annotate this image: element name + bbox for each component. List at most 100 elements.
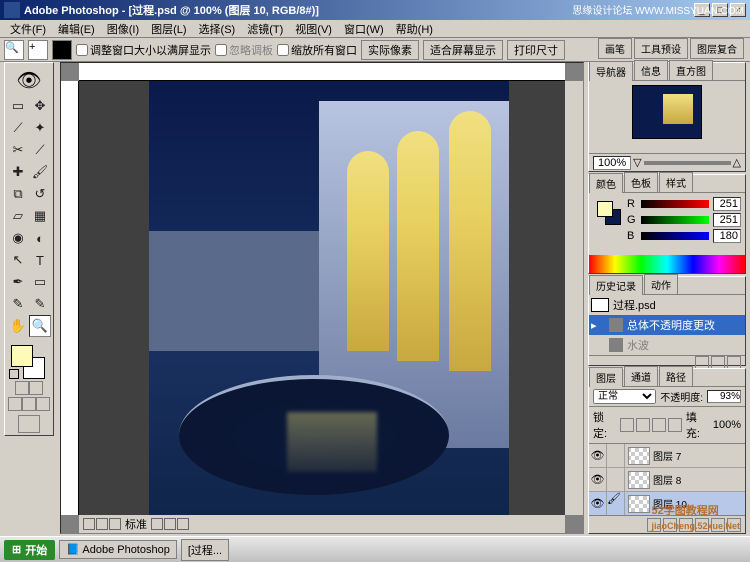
screen-full-menu-icon[interactable]	[22, 397, 36, 411]
foreground-color[interactable]	[11, 345, 33, 367]
path-tool[interactable]: ↖	[7, 249, 29, 271]
menu-window[interactable]: 窗口(W)	[338, 21, 390, 37]
tab-styles[interactable]: 样式	[659, 172, 693, 192]
history-step[interactable]: ▸总体不透明度更改	[589, 315, 745, 335]
zoom-in-icon[interactable]: +	[28, 40, 48, 60]
fill-value[interactable]: 100%	[713, 419, 741, 431]
pen-tool[interactable]: ✒	[7, 271, 29, 293]
r-value[interactable]: 251	[713, 197, 741, 211]
visibility-icon[interactable]: 👁	[589, 444, 607, 467]
visibility-icon[interactable]: 👁	[589, 492, 607, 515]
well-layer-comps[interactable]: 图层复合	[690, 38, 744, 59]
zoom-out-icon[interactable]: -	[52, 40, 72, 60]
heal-tool[interactable]: ✚	[7, 161, 29, 183]
btn-print-size[interactable]: 打印尺寸	[507, 40, 565, 60]
status-icon[interactable]	[109, 518, 121, 530]
scrollbar-vertical[interactable]	[565, 81, 583, 515]
marquee-tool[interactable]: ▭	[7, 95, 29, 117]
color-picker[interactable]	[7, 341, 51, 379]
menu-filter[interactable]: 滤镜(T)	[241, 21, 289, 37]
btn-actual-pixels[interactable]: 实际像素	[361, 40, 419, 60]
tab-paths[interactable]: 路径	[659, 366, 693, 386]
well-tool-presets[interactable]: 工具预设	[634, 38, 688, 59]
lock-position-icon[interactable]	[652, 418, 666, 432]
opt-ignore-palettes[interactable]: 忽略调板	[215, 42, 273, 58]
b-slider[interactable]	[641, 232, 709, 240]
tab-channels[interactable]: 通道	[624, 366, 658, 386]
crop-tool[interactable]: ✂	[7, 139, 29, 161]
history-snapshot[interactable]: 过程.psd	[589, 295, 745, 315]
menu-image[interactable]: 图像(I)	[101, 21, 145, 37]
status-icon[interactable]	[151, 518, 163, 530]
color-panel-fg[interactable]	[597, 201, 613, 217]
default-colors-icon[interactable]	[9, 369, 19, 379]
screen-standard-icon[interactable]	[8, 397, 22, 411]
history-brush-tool[interactable]: ↺	[29, 183, 51, 205]
r-slider[interactable]	[641, 200, 709, 208]
zoom-out-icon[interactable]: ▽	[633, 156, 641, 169]
g-value[interactable]: 251	[713, 213, 741, 227]
opt-resize-fit[interactable]: 调整窗口大小以满屏显示	[76, 42, 211, 58]
lock-transparency-icon[interactable]	[620, 418, 634, 432]
well-brushes[interactable]: 画笔	[598, 38, 632, 59]
eyedropper-tool[interactable]: ✎	[29, 293, 51, 315]
layer-row[interactable]: 👁图层 8	[589, 468, 745, 492]
zoom-tool-icon[interactable]: 🔍	[4, 40, 24, 60]
dodge-tool[interactable]: ◐	[29, 227, 51, 249]
screen-full-icon[interactable]	[36, 397, 50, 411]
wand-tool[interactable]: ✦	[29, 117, 51, 139]
hand-tool[interactable]: ✋	[7, 315, 29, 337]
tab-histogram[interactable]: 直方图	[669, 60, 713, 80]
ruler-vertical[interactable]	[61, 81, 79, 515]
slice-tool[interactable]: ⟋	[29, 139, 51, 161]
brush-tool[interactable]: 🖌	[29, 161, 51, 183]
jump-to-imageready-icon[interactable]	[18, 415, 40, 433]
visibility-icon[interactable]: 👁	[589, 468, 607, 491]
tab-swatches[interactable]: 色板	[624, 172, 658, 192]
status-icon[interactable]	[177, 518, 189, 530]
taskbar-item[interactable]: [过程...	[181, 539, 229, 561]
lock-all-icon[interactable]	[668, 418, 682, 432]
history-step[interactable]: 水波	[589, 335, 745, 355]
btn-fit-screen[interactable]: 适合屏幕显示	[423, 40, 503, 60]
color-spectrum[interactable]	[589, 255, 745, 273]
move-tool[interactable]: ✥	[29, 95, 51, 117]
start-button[interactable]: ⊞开始	[4, 540, 55, 560]
stamp-tool[interactable]: ⧉	[7, 183, 29, 205]
menu-file[interactable]: 文件(F)	[4, 21, 52, 37]
tab-navigator[interactable]: 导航器	[589, 61, 633, 81]
menu-select[interactable]: 选择(S)	[193, 21, 242, 37]
menu-view[interactable]: 视图(V)	[289, 21, 338, 37]
eraser-tool[interactable]: ▱	[7, 205, 29, 227]
navigator-zoom-value[interactable]: 100%	[593, 156, 631, 170]
blur-tool[interactable]: ◉	[7, 227, 29, 249]
tab-color[interactable]: 颜色	[589, 173, 623, 193]
quickmask-mode-icon[interactable]	[29, 381, 43, 395]
blend-mode-select[interactable]: 正常	[593, 389, 656, 404]
zoom-in-icon[interactable]: △	[733, 156, 741, 169]
navigator-thumbnail[interactable]	[632, 85, 702, 139]
type-tool[interactable]: T	[29, 249, 51, 271]
layer-row[interactable]: 👁图层 7	[589, 444, 745, 468]
lasso-tool[interactable]: ⟋	[7, 117, 29, 139]
ruler-horizontal[interactable]	[79, 63, 565, 81]
opacity-value[interactable]: 93%	[707, 390, 741, 403]
tab-history[interactable]: 历史记录	[589, 275, 643, 295]
g-slider[interactable]	[641, 216, 709, 224]
canvas[interactable]	[79, 81, 565, 515]
status-icon[interactable]	[83, 518, 95, 530]
notes-tool[interactable]: ✎	[7, 293, 29, 315]
lock-image-icon[interactable]	[636, 418, 650, 432]
tab-actions[interactable]: 动作	[644, 274, 678, 294]
standard-mode-icon[interactable]	[15, 381, 29, 395]
tab-info[interactable]: 信息	[634, 60, 668, 80]
tab-layers[interactable]: 图层	[589, 367, 623, 387]
status-icon[interactable]	[96, 518, 108, 530]
zoom-slider[interactable]	[644, 161, 731, 165]
menu-help[interactable]: 帮助(H)	[390, 21, 439, 37]
menu-edit[interactable]: 编辑(E)	[52, 21, 101, 37]
status-icon[interactable]	[164, 518, 176, 530]
taskbar-item[interactable]: 📘 Adobe Photoshop	[59, 540, 177, 559]
opt-zoom-all[interactable]: 缩放所有窗口	[277, 42, 357, 58]
b-value[interactable]: 180	[713, 229, 741, 243]
